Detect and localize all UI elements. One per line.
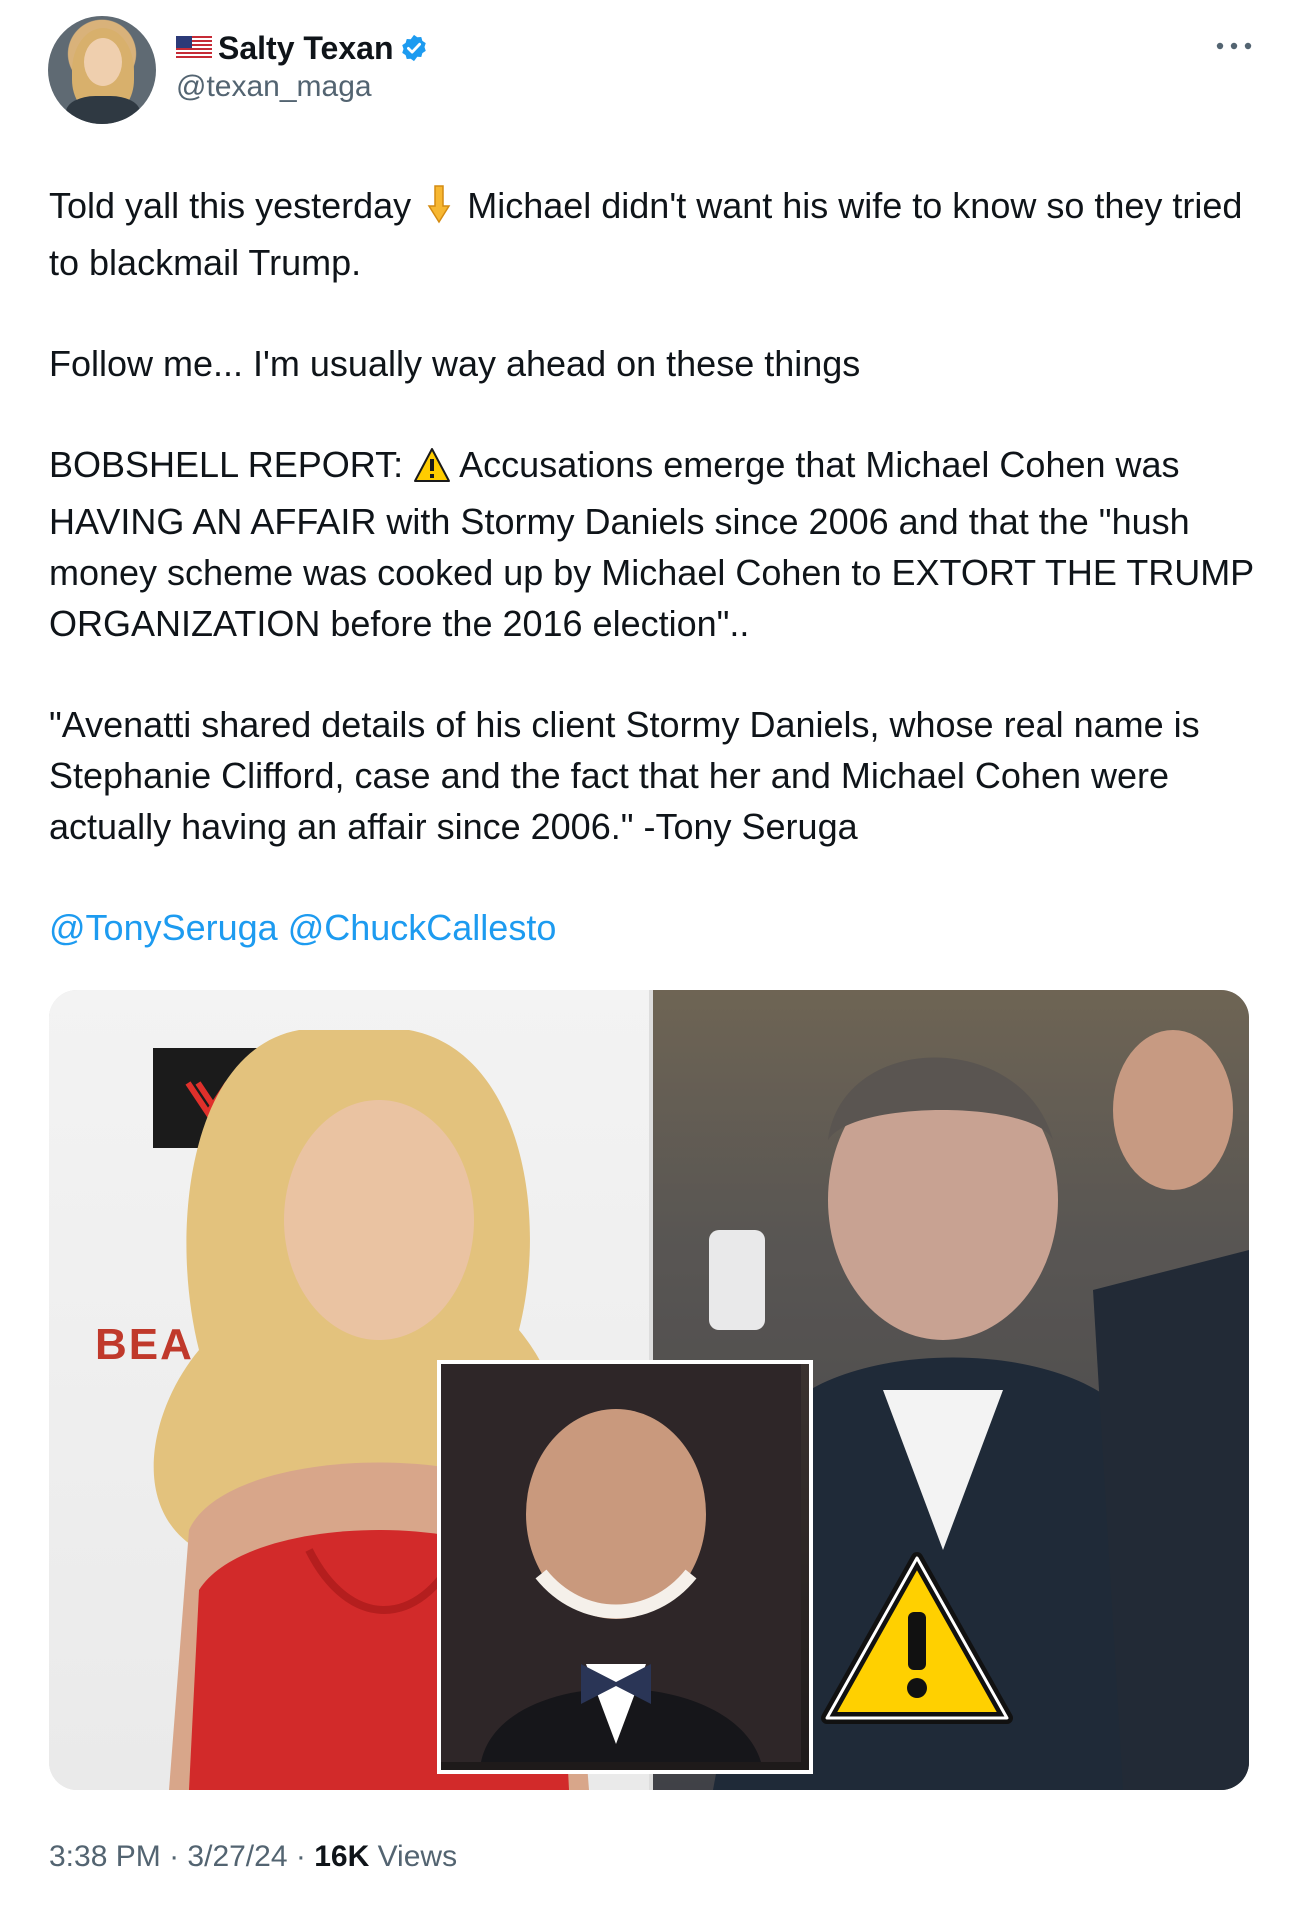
- tweet-meta: 3:38 PM · 3/27/24 · 16K Views: [49, 1840, 457, 1874]
- tweet-mentions: @TonySeruga @ChuckCallesto: [49, 902, 1269, 953]
- tweet-text: Told yall this yesterday Michael didn't …: [49, 180, 1269, 953]
- user-block: Salty Texan @texan_maga: [176, 28, 429, 104]
- verified-badge-icon[interactable]: [399, 33, 429, 63]
- pointing-down-emoji-icon: [421, 184, 457, 237]
- display-name[interactable]: Salty Texan: [218, 30, 393, 67]
- tweet-paragraph-2: Follow me... I'm usually way ahead on th…: [49, 343, 861, 384]
- name-row[interactable]: Salty Texan: [176, 28, 429, 68]
- media-inset-photo: [437, 1360, 813, 1774]
- tweet-text-segment: Told yall this yesterday: [49, 185, 412, 226]
- avatar-face: [84, 38, 122, 86]
- avatar[interactable]: [48, 16, 156, 124]
- views-count: 16K: [314, 1840, 370, 1873]
- tweet-media-image[interactable]: BEA: [49, 990, 1249, 1790]
- warning-emoji-icon: [413, 445, 451, 496]
- meta-separator: ·: [295, 1840, 306, 1873]
- warning-sign-icon: [819, 1550, 1015, 1728]
- views-label: Views: [377, 1840, 458, 1873]
- tweet-paragraph-3: BOBSHELL REPORT: Accusations emerge that…: [49, 439, 1269, 649]
- tweet-paragraph-4: "Avenatti shared details of his client S…: [49, 704, 1200, 847]
- mention-link[interactable]: @ChuckCallesto: [288, 907, 557, 948]
- meta-separator: ·: [169, 1840, 180, 1873]
- us-flag-icon: [176, 36, 212, 60]
- tweet-date[interactable]: 3/27/24: [187, 1840, 287, 1873]
- tweet-text-segment: BOBSHELL REPORT:: [49, 444, 404, 485]
- handle[interactable]: @texan_maga: [176, 70, 429, 104]
- mention-link[interactable]: @TonySeruga: [49, 907, 278, 948]
- tweet-paragraph-1: Told yall this yesterday Michael didn't …: [49, 180, 1269, 288]
- tweet-time[interactable]: 3:38 PM: [49, 1840, 161, 1873]
- avatar-body: [66, 96, 140, 124]
- more-options-icon[interactable]: [1212, 36, 1256, 56]
- inset-person-illustration: [441, 1364, 801, 1762]
